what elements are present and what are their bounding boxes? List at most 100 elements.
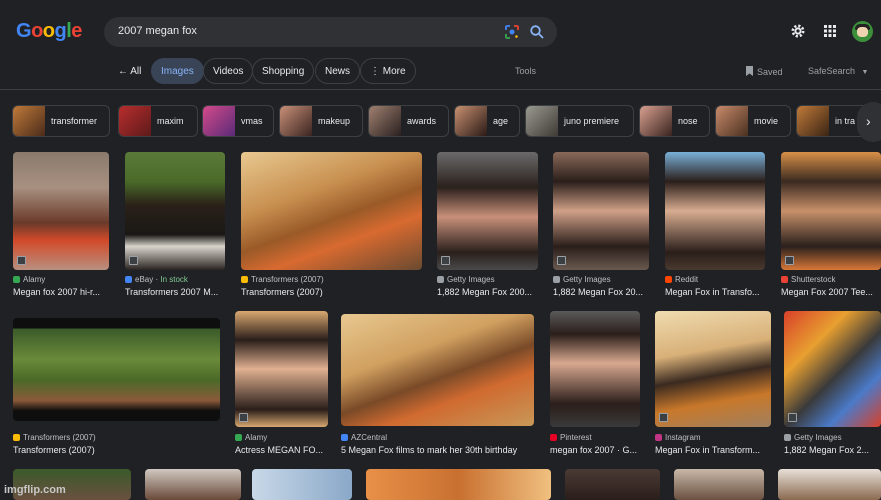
safesearch-dropdown[interactable]: SafeSearch ▼ (808, 66, 868, 76)
result-image[interactable] (13, 318, 220, 421)
result-source[interactable]: Alamy (235, 433, 267, 442)
result-card[interactable]: Shutterstock Megan Fox 2007 Tee... (781, 152, 881, 300)
chip-thumbnail (640, 106, 672, 136)
tab-news[interactable]: News (315, 58, 361, 84)
chip-nose[interactable]: nose (639, 105, 710, 137)
result-card[interactable] (674, 469, 764, 500)
result-title[interactable]: Megan Fox in Transform... (655, 445, 771, 455)
search-box[interactable]: 2007 megan fox (104, 17, 557, 47)
chip-movie[interactable]: movie (715, 105, 791, 137)
result-image[interactable] (252, 469, 352, 500)
result-card[interactable]: Reddit Megan Fox in Transfo... (665, 152, 765, 300)
tab-all[interactable]: ← All (108, 58, 151, 84)
result-card[interactable]: Pinterest megan fox 2007 · G... (550, 311, 640, 458)
result-title[interactable]: megan fox 2007 · G... (550, 445, 640, 455)
result-card[interactable]: Getty Images 1,882 Megan Fox 20... (553, 152, 649, 300)
result-source[interactable]: Reddit (665, 275, 698, 284)
chip-age[interactable]: age (454, 105, 520, 137)
google-logo[interactable]: Google (16, 20, 82, 43)
result-title[interactable]: Megan Fox in Transfo... (665, 287, 765, 297)
result-source[interactable]: Getty Images (784, 433, 842, 442)
chip-awards[interactable]: awards (368, 105, 449, 137)
result-card[interactable] (366, 469, 551, 500)
result-title[interactable]: 5 Megan Fox films to mark her 30th birth… (341, 445, 534, 455)
result-title[interactable]: Megan Fox 2007 Tee... (781, 287, 881, 297)
tab-images[interactable]: Images (151, 58, 204, 84)
result-title[interactable]: Transformers 2007 M... (125, 287, 225, 297)
favicon-icon (553, 276, 560, 283)
result-card[interactable]: eBay · In stock Transformers 2007 M... (125, 152, 225, 300)
chip-vmas[interactable]: vmas (202, 105, 274, 137)
result-card[interactable] (778, 469, 881, 500)
result-title[interactable]: Megan fox 2007 hi-r... (13, 287, 109, 297)
result-image[interactable] (13, 152, 109, 270)
saved-button[interactable]: Saved (745, 66, 783, 77)
result-image[interactable] (145, 469, 241, 500)
result-card[interactable]: Alamy Actress MEGAN FO... (235, 311, 328, 458)
result-source[interactable]: Instagram (655, 433, 701, 442)
result-image[interactable] (781, 152, 881, 270)
result-source[interactable]: Alamy (13, 275, 45, 284)
result-card[interactable] (145, 469, 241, 500)
result-image[interactable] (665, 152, 765, 270)
result-source[interactable]: Shutterstock (781, 275, 835, 284)
result-title[interactable]: Transformers (2007) (13, 445, 220, 455)
result-source[interactable]: AZCentral (341, 433, 387, 442)
chip-transformer[interactable]: transformer (12, 105, 110, 137)
result-card[interactable]: Alamy Megan fox 2007 hi-r... (13, 152, 109, 300)
result-image[interactable] (341, 314, 534, 426)
chips-next-button[interactable]: › (857, 102, 881, 142)
source-label: Alamy (23, 275, 46, 284)
result-image[interactable] (550, 311, 640, 427)
result-image[interactable] (655, 311, 771, 427)
gear-icon[interactable] (790, 23, 806, 39)
google-lens-icon[interactable] (504, 24, 520, 40)
logo-letter: e (71, 20, 82, 42)
chevron-right-icon: › (866, 113, 871, 129)
tab-shopping[interactable]: Shopping (252, 58, 315, 84)
result-title[interactable]: Transformers (2007) (241, 287, 422, 297)
result-card[interactable]: AZCentral 5 Megan Fox films to mark her … (341, 314, 534, 458)
result-source[interactable]: Getty Images (553, 275, 611, 284)
favicon-icon (125, 276, 132, 283)
tools-button[interactable]: Tools (515, 66, 536, 76)
result-card[interactable] (252, 469, 352, 500)
result-title[interactable]: Actress MEGAN FO... (235, 445, 328, 455)
result-card[interactable]: Getty Images 1,882 Megan Fox 2... (784, 311, 881, 458)
chip-thumbnail (716, 106, 748, 136)
tab-more[interactable]: ⋮ More (360, 58, 416, 84)
result-image[interactable] (565, 469, 660, 500)
result-card[interactable]: Getty Images 1,882 Megan Fox 200... (437, 152, 538, 300)
result-image[interactable] (778, 469, 881, 500)
result-title[interactable]: 1,882 Megan Fox 20... (553, 287, 649, 297)
result-card[interactable]: Instagram Megan Fox in Transform... (655, 311, 771, 458)
result-source[interactable]: eBay · In stock (125, 275, 188, 284)
avatar[interactable] (852, 21, 873, 42)
chip-makeup[interactable]: makeup (279, 105, 363, 137)
result-card[interactable]: Transformers (2007) Transformers (2007) (13, 318, 220, 458)
result-image[interactable] (784, 311, 881, 427)
result-image[interactable] (366, 469, 551, 500)
result-image[interactable] (235, 311, 328, 427)
chip-thumbnail (203, 106, 235, 136)
result-source[interactable]: Getty Images (437, 275, 495, 284)
search-input[interactable]: 2007 megan fox (118, 25, 197, 37)
result-image[interactable] (437, 152, 538, 270)
result-title[interactable]: 1,882 Megan Fox 200... (437, 287, 538, 297)
result-source[interactable]: Pinterest (550, 433, 592, 442)
result-image[interactable] (125, 152, 225, 270)
result-card[interactable]: Transformers (2007) Transformers (2007) (241, 152, 422, 300)
apps-grid-icon[interactable] (822, 23, 838, 39)
search-icon[interactable] (529, 24, 545, 40)
chip-juno-premiere[interactable]: juno premiere (525, 105, 634, 137)
tab-videos[interactable]: Videos (203, 58, 254, 84)
result-source[interactable]: Transformers (2007) (241, 275, 324, 284)
chip-maxim[interactable]: maxim (118, 105, 198, 137)
result-card[interactable] (565, 469, 660, 500)
image-badge-icon (557, 256, 566, 265)
result-source[interactable]: Transformers (2007) (13, 433, 96, 442)
result-title[interactable]: 1,882 Megan Fox 2... (784, 445, 881, 455)
result-image[interactable] (674, 469, 764, 500)
result-image[interactable] (241, 152, 422, 270)
result-image[interactable] (553, 152, 649, 270)
